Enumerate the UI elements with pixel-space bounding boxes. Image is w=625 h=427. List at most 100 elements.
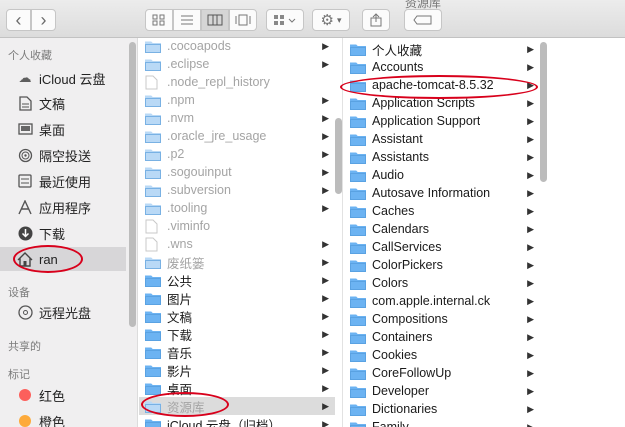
sidebar-scrollbar[interactable] [129,42,136,327]
list-item[interactable]: 音乐 ▶ [139,343,335,361]
list-item[interactable]: .nvm ▶ [139,109,335,127]
folder-icon [350,133,366,146]
sidebar-item-desktop[interactable]: 桌面 [0,117,126,141]
list-item[interactable]: CallServices ▶ [344,238,540,256]
list-item-label: Assistants [372,150,429,164]
disclosure-arrow-icon: ▶ [527,403,534,414]
list-item[interactable]: 个人收藏 ▶ [344,40,540,58]
list-item[interactable]: .cocoapods ▶ [139,38,335,55]
sidebar-item-label: 文稿 [39,96,66,112]
list-item[interactable]: Application Support ▶ [344,112,540,130]
folder-icon [350,259,366,272]
sidebar-item-icloud[interactable]: ☁ iCloud 云盘 [0,66,126,90]
list-item[interactable]: .wns ▶ [139,235,335,253]
list-item[interactable]: iCloud 云盘（归档） ▶ [139,415,335,427]
folder-icon [350,421,366,427]
list-item[interactable]: Family ▶ [344,418,540,427]
devices-header: 设备 [8,287,30,299]
list-item[interactable]: Audio ▶ [344,166,540,184]
list-item[interactable]: com.apple.internal.ck ▶ [344,292,540,310]
list-item[interactable]: Cookies ▶ [344,346,540,364]
list-item[interactable]: Colors ▶ [344,274,540,292]
list-item[interactable]: .tooling ▶ [139,199,335,217]
tags-header: 标记 [8,369,30,381]
icon-view-button[interactable] [145,9,173,31]
sidebar-item-downloads[interactable]: 下载 [0,221,126,245]
disclosure-arrow-icon: ▶ [527,97,534,108]
back-button[interactable]: ‹ [6,9,31,31]
tag-icon [413,15,432,25]
list-item[interactable]: Accounts ▶ [344,58,540,76]
list-item[interactable]: 公共 ▶ [139,271,335,289]
folder-icon [145,274,161,287]
list-item[interactable]: Assistants ▶ [344,148,540,166]
list-item[interactable]: Assistant ▶ [344,130,540,148]
list-item[interactable]: .subversion ▶ [139,181,335,199]
disclosure-arrow-icon: ▶ [527,349,534,360]
sidebar-item-airdrop[interactable]: 隔空投送 [0,143,126,167]
disclosure-arrow-icon: ▶ [527,187,534,198]
list-item[interactable]: Containers ▶ [344,328,540,346]
column-home-scrollbar[interactable] [335,118,342,194]
disclosure-arrow-icon: ▶ [527,277,534,288]
tags-button[interactable] [404,9,442,31]
list-item[interactable]: 图片 ▶ [139,289,335,307]
list-item[interactable]: 影片 ▶ [139,361,335,379]
arrange-button[interactable] [266,9,304,31]
folder-icon [350,385,366,398]
favorites-header: 个人收藏 [8,50,52,62]
column-library-scrollbar[interactable] [540,42,547,182]
column-view-button[interactable] [201,9,229,31]
list-item[interactable]: Calendars ▶ [344,220,540,238]
disclosure-arrow-icon: ▶ [527,295,534,306]
arrange-icon [274,15,296,25]
list-item[interactable]: .sogouinput ▶ [139,163,335,181]
list-item-label: 公共 [167,274,193,289]
list-item[interactable]: ColorPickers ▶ [344,256,540,274]
sidebar-item-tag-red[interactable]: 红色 [0,383,126,407]
list-item[interactable]: 废纸篓 ▶ [139,253,335,271]
list-item[interactable]: Developer ▶ [344,382,540,400]
list-item[interactable]: .eclipse ▶ [139,55,335,73]
list-item[interactable]: 下载 ▶ [139,325,335,343]
list-item[interactable]: Caches ▶ [344,202,540,220]
sidebar-item-label: 最近使用 [39,174,92,190]
sidebar-item-documents[interactable]: 文稿 [0,91,126,115]
forward-button[interactable]: › [31,9,56,31]
list-item-label: 音乐 [167,346,193,361]
sidebar-item-tag-orange[interactable]: 橙色 [0,409,126,427]
sidebar-item-remote-disc[interactable]: 远程光盘 [0,300,126,324]
list-item-label: Accounts [372,60,424,74]
share-button[interactable] [362,9,390,31]
list-item[interactable]: .npm ▶ [139,91,335,109]
sidebar-item-applications[interactable]: 应用程序 [0,195,126,219]
list-item[interactable]: .oracle_jre_usage ▶ [139,127,335,145]
folder-icon [350,61,366,74]
list-item-label: 废纸篓 [167,256,205,271]
orange-tag-icon [19,415,31,427]
disclosure-arrow-icon: ▶ [527,43,534,54]
disclosure-arrow-icon: ▶ [322,346,329,357]
folder-icon [350,331,366,344]
disclosure-arrow-icon: ▶ [527,367,534,378]
gallery-view-button[interactable] [229,9,257,31]
list-item[interactable]: Dictionaries ▶ [344,400,540,418]
list-item-label: Developer [372,384,429,398]
list-item[interactable]: 文稿 ▶ [139,307,335,325]
disclosure-arrow-icon: ▶ [322,364,329,375]
list-item[interactable]: .p2 ▶ [139,145,335,163]
sidebar: 个人收藏 ☁ iCloud 云盘 文稿 桌面 隔空投送 最近使用 应用程序 下载 … [0,38,138,427]
folder-icon [145,418,161,427]
action-button[interactable]: ⚙ ▾ [312,9,350,31]
chevron-down-icon: ▾ [336,14,342,25]
list-item[interactable]: CoreFollowUp ▶ [344,364,540,382]
list-item-label: .tooling [167,201,208,215]
list-item[interactable]: Autosave Information ▶ [344,184,540,202]
disclosure-arrow-icon: ▶ [527,133,534,144]
list-item[interactable]: Compositions ▶ [344,310,540,328]
list-view-button[interactable] [173,9,201,31]
list-item[interactable]: .viminfo [139,217,335,235]
sidebar-item-recents[interactable]: 最近使用 [0,169,126,193]
list-item[interactable]: .node_repl_history [139,73,335,91]
disc-icon [16,303,34,321]
